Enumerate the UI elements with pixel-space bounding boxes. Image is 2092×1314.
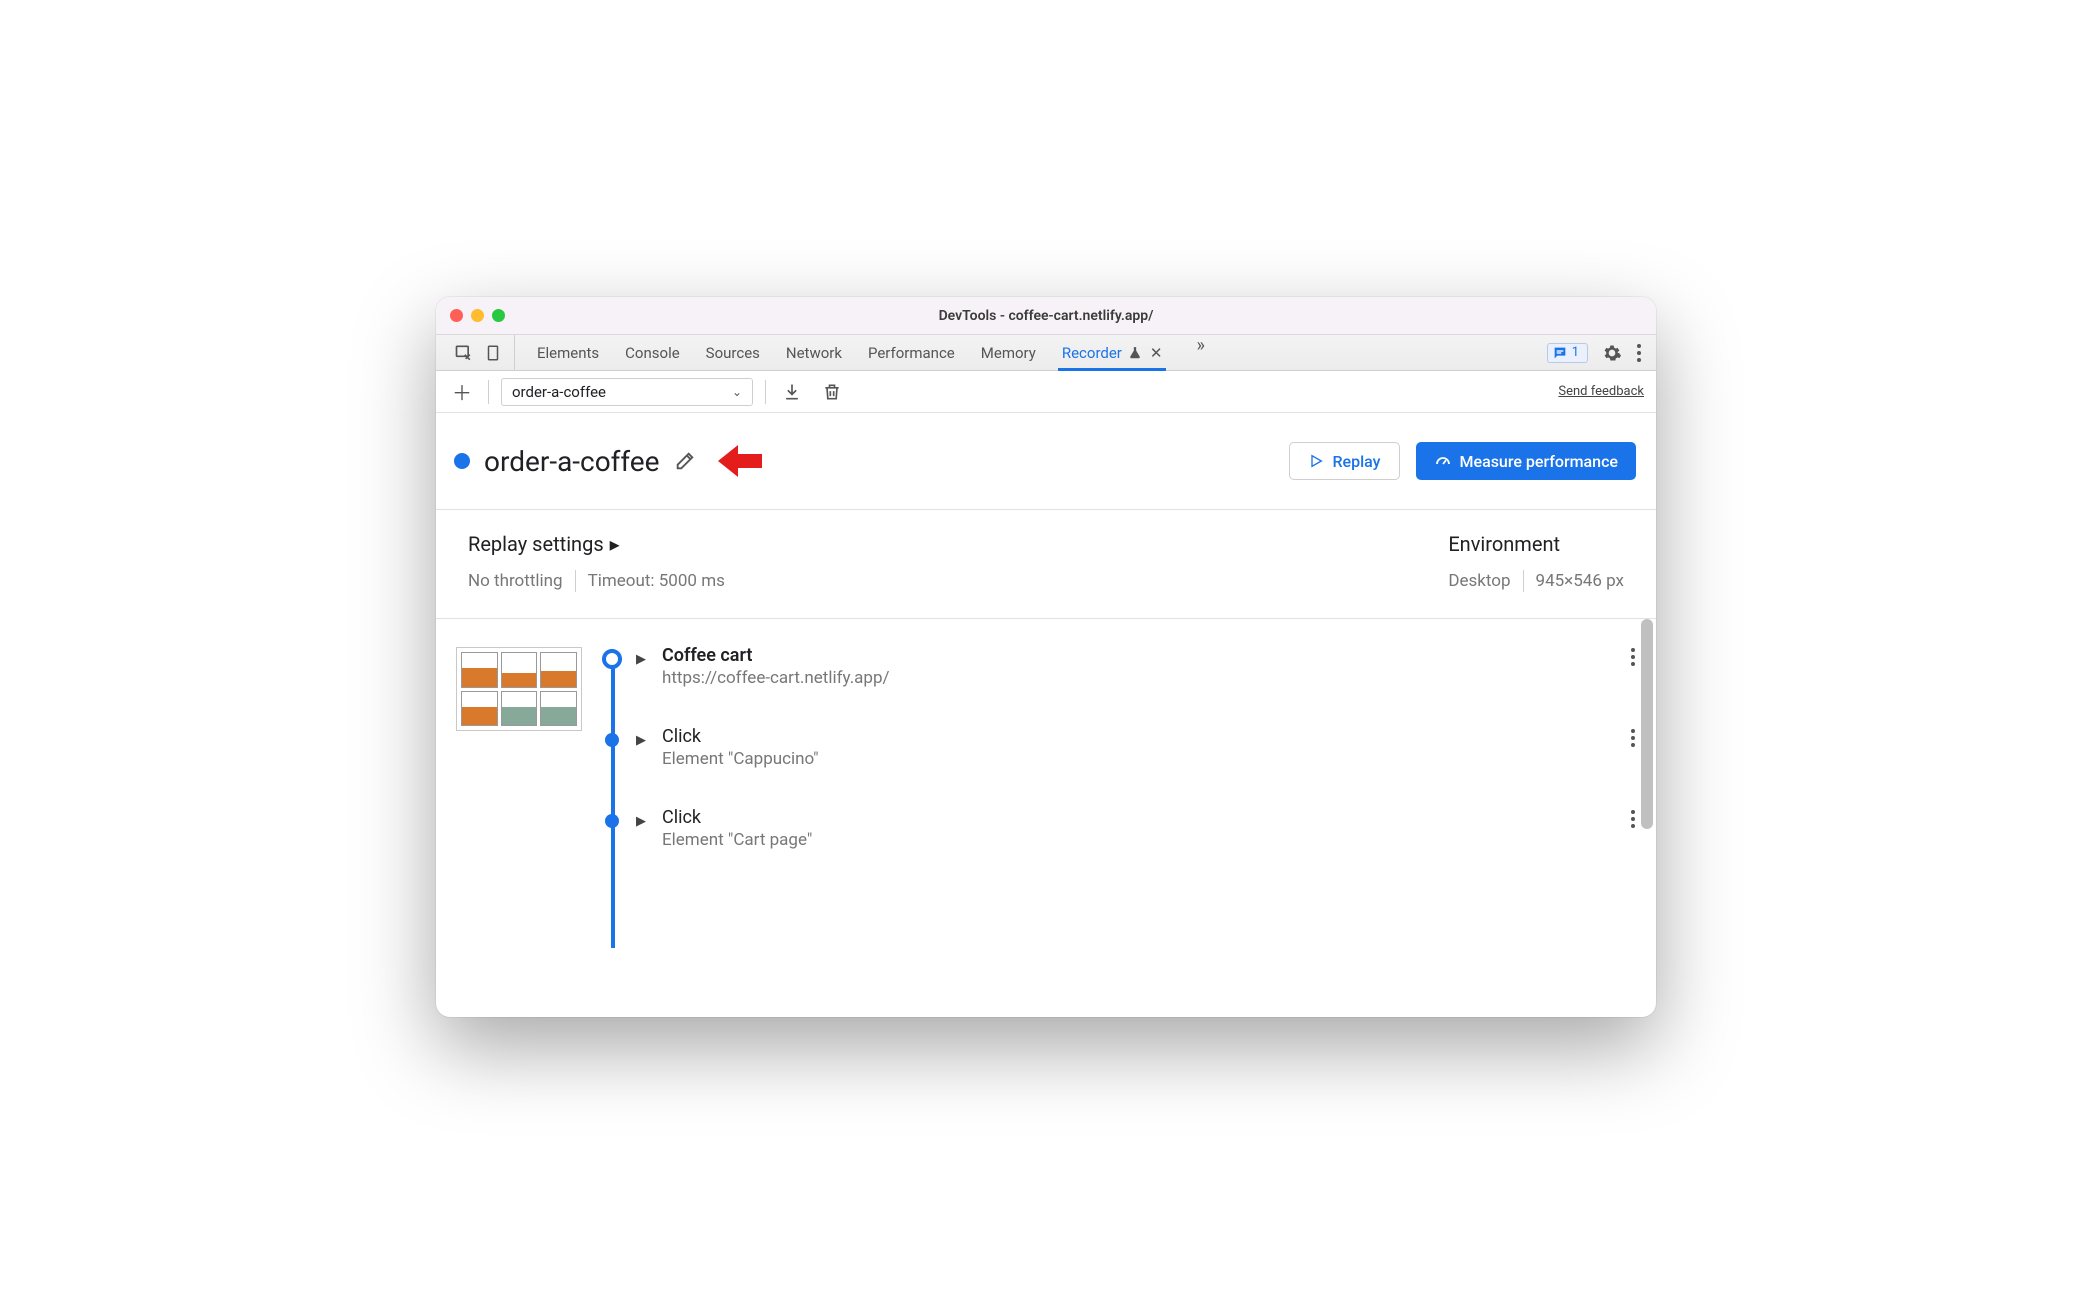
recorder-toolbar: ＋ order-a-coffee ⌄ Send feedback [436,371,1656,413]
steps-panel: ▶ Coffee cart https://coffee-cart.netlif… [436,619,1656,1017]
window-title: DevTools - coffee-cart.netlify.app/ [436,308,1656,324]
replay-settings-label: Replay settings [468,532,604,556]
step-subtitle: Element "Cart page" [662,830,1596,850]
step-menu-icon[interactable] [1630,647,1636,667]
recording-title: order-a-coffee [484,445,660,478]
step-subtitle: Element "Cappucino" [662,749,1596,769]
environment-label: Environment [1448,532,1560,556]
scrollbar[interactable] [1641,619,1653,829]
chevron-right-icon[interactable]: ▶ [636,814,646,829]
replay-button[interactable]: Replay [1289,442,1399,480]
window-close-dot[interactable] [450,309,463,322]
devtools-tabbar: Elements Console Sources Network Perform… [436,335,1656,371]
annotation-arrow-icon [716,441,764,481]
timeline-node-icon [602,649,622,669]
tab-network[interactable]: Network [786,335,842,370]
more-tabs-icon[interactable]: » [1188,335,1212,370]
step-title: Coffee cart [662,645,1596,666]
timeline: ▶ Coffee cart https://coffee-cart.netlif… [602,645,1636,888]
tab-console[interactable]: Console [625,335,680,370]
panel-tabs: Elements Console Sources Network Perform… [515,335,1547,370]
chat-icon [1552,345,1568,361]
divider [575,570,576,592]
issues-count: 1 [1572,345,1579,360]
step-subtitle: https://coffee-cart.netlify.app/ [662,668,1596,688]
replay-settings-toggle[interactable]: Replay settings ▸ [468,532,725,556]
recording-title-group: order-a-coffee [454,441,764,481]
recording-header: order-a-coffee Replay Measure performanc… [436,413,1656,510]
step-thumbnail [456,647,582,731]
step-menu-icon[interactable] [1630,728,1636,748]
step-title: Click [662,807,1596,828]
header-buttons: Replay Measure performance [1289,442,1636,480]
divider [1523,570,1524,592]
devtools-window: DevTools - coffee-cart.netlify.app/ Elem… [436,297,1656,1017]
overflow-menu-icon[interactable] [1636,343,1642,363]
step-menu-icon[interactable] [1630,809,1636,829]
edit-title-icon[interactable] [674,450,696,472]
window-titlebar: DevTools - coffee-cart.netlify.app/ [436,297,1656,335]
measure-performance-button[interactable]: Measure performance [1416,442,1637,480]
timeline-line [611,655,615,948]
recording-select[interactable]: order-a-coffee ⌄ [501,378,753,406]
window-traffic-lights [450,309,505,322]
window-zoom-dot[interactable] [492,309,505,322]
export-icon[interactable] [778,382,806,402]
timeline-node-icon [605,733,619,747]
step-item[interactable]: ▶ Click Element "Cappucino" [636,726,1636,769]
tab-elements[interactable]: Elements [537,335,599,370]
throttling-value: No throttling [468,571,563,591]
delete-icon[interactable] [818,382,846,402]
tab-performance[interactable]: Performance [868,335,955,370]
step-item[interactable]: ▶ Coffee cart https://coffee-cart.netlif… [636,645,1636,688]
settings-gear-icon[interactable] [1602,343,1622,363]
chevron-right-icon: ▸ [610,532,620,556]
issues-badge[interactable]: 1 [1547,343,1588,363]
flask-icon [1128,346,1142,360]
chevron-right-icon[interactable]: ▶ [636,652,646,667]
replay-settings-values: No throttling Timeout: 5000 ms [468,570,725,592]
timeline-node-icon [605,814,619,828]
inspect-device-group [442,335,515,370]
settings-row: Replay settings ▸ No throttling Timeout:… [436,510,1656,619]
inspect-icon[interactable] [454,343,474,363]
tab-sources[interactable]: Sources [706,335,760,370]
replay-label: Replay [1332,452,1380,471]
gauge-icon [1434,452,1452,470]
device-toggle-icon[interactable] [484,343,502,363]
window-minimize-dot[interactable] [471,309,484,322]
tab-recorder[interactable]: Recorder ✕ [1062,335,1163,370]
tab-recorder-label: Recorder [1062,344,1122,362]
send-feedback-link[interactable]: Send feedback [1558,384,1644,399]
timeout-value: Timeout: 5000 ms [588,571,725,591]
step-item[interactable]: ▶ Click Element "Cart page" [636,807,1636,850]
recording-select-value: order-a-coffee [512,383,606,401]
device-value: Desktop [1448,571,1510,591]
recording-status-dot [454,453,470,469]
chevron-down-icon: ⌄ [732,385,742,399]
measure-label: Measure performance [1460,452,1619,471]
viewport-value: 945×546 px [1536,571,1624,591]
tab-memory[interactable]: Memory [981,335,1036,370]
chevron-right-icon[interactable]: ▶ [636,733,646,748]
tabbar-right: 1 [1547,335,1656,370]
environment-values: Desktop 945×546 px [1448,570,1624,592]
toolbar-separator [765,380,766,404]
play-icon [1308,453,1324,469]
close-tab-icon[interactable]: ✕ [1150,344,1163,362]
new-recording-icon[interactable]: ＋ [448,377,476,406]
step-title: Click [662,726,1596,747]
toolbar-separator [488,380,489,404]
environment-heading: Environment [1448,532,1624,556]
